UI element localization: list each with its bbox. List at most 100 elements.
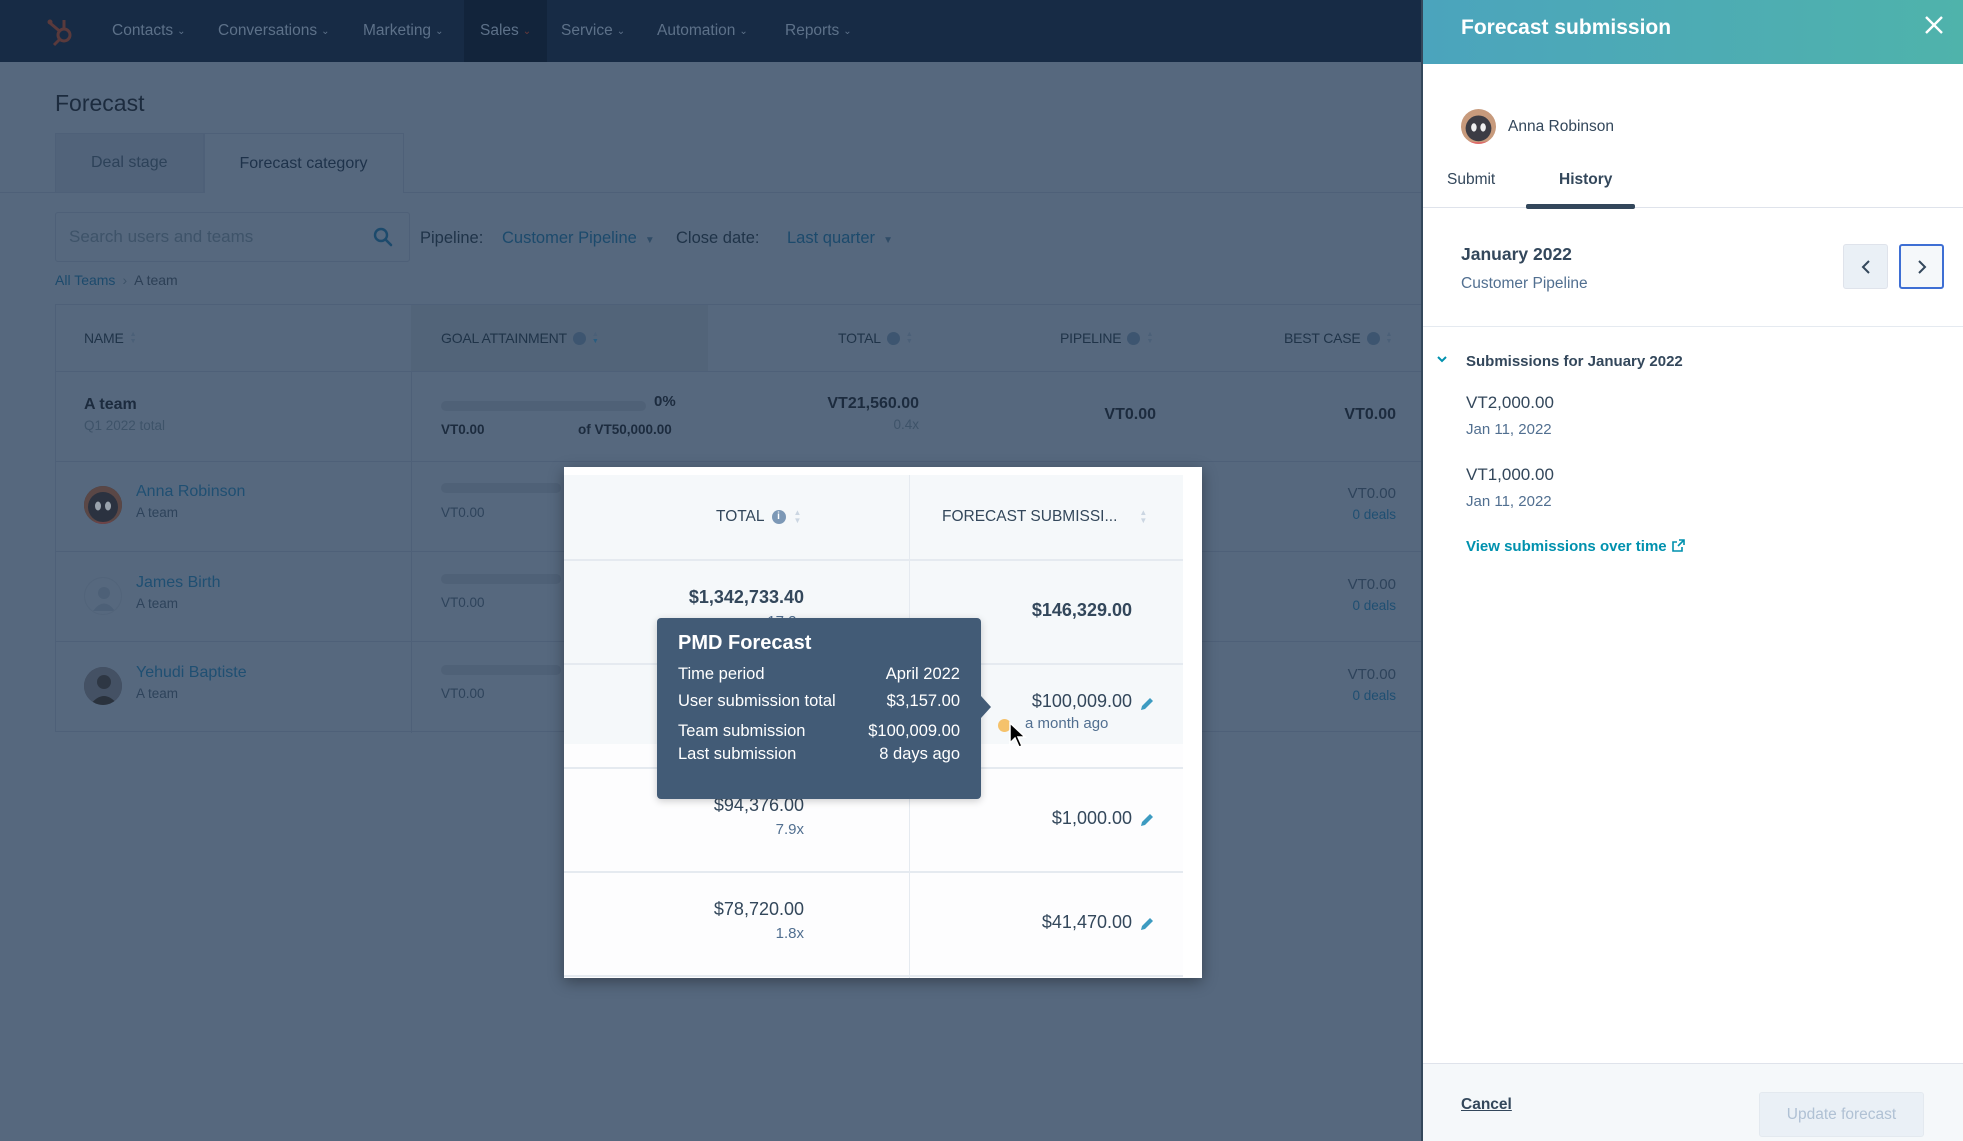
column-divider — [411, 371, 412, 733]
panel-header: Forecast submission — [1423, 0, 1963, 64]
best-case-value: VT0.00 — [1347, 576, 1396, 593]
column-header-goal-attainment[interactable]: GOAL ATTAINMENT ▲ ▼ — [441, 305, 599, 371]
pencil-edit-icon[interactable] — [1138, 695, 1156, 713]
nav-label: Conversations — [218, 22, 318, 39]
goal-progress-bar — [441, 665, 561, 675]
row-divider — [564, 559, 1183, 561]
submission-value: $1,000.00 — [1051, 808, 1132, 828]
row-divider — [56, 461, 1422, 462]
hubspot-logo-icon[interactable] — [44, 14, 78, 48]
column-header-forecast-submission[interactable]: FORECAST SUBMISSI... ▲ ▼ — [942, 475, 1147, 559]
column-header-total[interactable]: TOTAL ▲ ▼ — [838, 305, 913, 371]
nav-conversations[interactable]: Conversations ⌄ — [218, 0, 329, 62]
close-date-label: Close date: — [676, 229, 760, 247]
tooltip-value: $100,009.00 — [868, 722, 960, 740]
team-name: A team — [84, 396, 137, 413]
tooltip-row: Time period April 2022 — [678, 665, 960, 684]
top-navigation: Contacts ⌄ Conversations ⌄ Marketing ⌄ Sale… — [0, 0, 1421, 62]
tooltip-label: Last submission — [678, 745, 797, 763]
user-name-link[interactable]: Yehudi Baptiste — [136, 664, 247, 682]
best-case-deals-link[interactable]: 0 deals — [1256, 688, 1396, 703]
total-multiplier: 1.8x — [775, 925, 804, 942]
row-divider — [564, 975, 1183, 977]
best-case-deals-link[interactable]: 0 deals — [1256, 598, 1396, 613]
nav-contacts[interactable]: Contacts ⌄ — [112, 0, 186, 62]
close-date-dropdown[interactable]: Last quarter ▼ — [787, 229, 893, 248]
column-header-best-case[interactable]: BEST CASE ▲ ▼ — [1284, 305, 1392, 371]
tooltip-title: PMD Forecast — [678, 632, 812, 654]
total-value: $1,342,733.40 — [688, 587, 804, 607]
history-period: January 2022 — [1461, 244, 1572, 264]
tooltip-value: April 2022 — [885, 665, 960, 683]
best-case-deals-link[interactable]: 0 deals — [1256, 507, 1396, 522]
cat-avatar-icon — [84, 486, 122, 524]
user-team: A team — [136, 596, 179, 611]
chevron-down-icon: ⌄ — [843, 25, 852, 37]
tab-forecast-category[interactable]: Forecast category — [203, 133, 404, 193]
info-icon[interactable] — [886, 331, 900, 345]
nav-label: Service — [561, 22, 613, 39]
next-period-button[interactable] — [1899, 244, 1944, 289]
tab-history[interactable]: History — [1559, 171, 1612, 189]
nav-service[interactable]: Service ⌄ — [561, 0, 625, 62]
tabs-divider — [1423, 207, 1963, 208]
submission-time-ago: a month ago — [1025, 715, 1109, 732]
user-name-link[interactable]: James Birth — [136, 574, 220, 592]
info-icon[interactable] — [1127, 331, 1141, 345]
avatar — [84, 667, 122, 705]
tab-deal-stage[interactable]: Deal stage — [55, 133, 204, 193]
avatar — [84, 486, 122, 524]
tooltip-row: User submission total $3,157.00 — [678, 692, 960, 711]
nav-label: Contacts — [112, 22, 174, 39]
team-subtitle: Q1 2022 total — [84, 418, 166, 433]
submissions-section-toggle[interactable]: Submissions for January 2022 — [1466, 353, 1683, 370]
team-pipeline: VT0.00 — [1104, 406, 1156, 423]
column-label: PIPELINE — [1060, 330, 1122, 346]
search-input[interactable]: Search users and teams — [55, 212, 410, 262]
pencil-edit-icon[interactable] — [1138, 915, 1156, 933]
pencil-edit-icon[interactable] — [1138, 811, 1156, 829]
close-icon[interactable] — [1923, 14, 1945, 36]
nav-automation[interactable]: Automation ⌄ — [657, 0, 748, 62]
caret-down-icon: ▼ — [883, 235, 893, 246]
nav-reports[interactable]: Reports ⌄ — [785, 0, 852, 62]
tooltip-label: Team submission — [678, 722, 806, 740]
user-name-link[interactable]: Anna Robinson — [136, 483, 245, 501]
column-label: FORECAST SUBMISSI... — [942, 508, 1118, 525]
column-header-total[interactable]: TOTAL i ▲ ▼ — [716, 475, 801, 559]
update-forecast-button[interactable]: Update forecast — [1759, 1092, 1924, 1137]
nav-sales[interactable]: Sales ⌄ — [464, 0, 548, 62]
best-case-value: VT0.00 — [1347, 485, 1396, 502]
breadcrumb: All Teams › A team — [55, 272, 178, 288]
panel-title: Forecast submission — [1461, 16, 1672, 39]
submission-date: Jan 11, 2022 — [1466, 493, 1552, 510]
tooltip-arrow — [981, 696, 991, 718]
chevron-left-icon — [1861, 259, 1870, 274]
chevron-down-icon: ⌄ — [616, 25, 626, 37]
avatar — [84, 577, 122, 615]
sort-icon: ▲ ▼ — [1385, 331, 1393, 345]
chevron-down-icon: ⌄ — [321, 25, 330, 37]
column-label: TOTAL — [838, 330, 881, 346]
nav-label: Sales — [480, 22, 519, 39]
chevron-down-icon[interactable] — [1435, 354, 1449, 364]
cancel-button[interactable]: Cancel — [1461, 1096, 1512, 1114]
tab-submit[interactable]: Submit — [1447, 171, 1495, 189]
info-icon[interactable]: i — [771, 510, 786, 524]
nav-marketing[interactable]: Marketing ⌄ — [363, 0, 443, 62]
view-submissions-link[interactable]: View submissions over time — [1466, 538, 1685, 555]
info-icon[interactable] — [572, 331, 586, 345]
total-multiplier: 7.9x — [775, 821, 804, 838]
column-header-name[interactable]: NAME ▲ ▼ — [84, 305, 137, 371]
column-header-pipeline[interactable]: PIPELINE ▲ ▼ — [1060, 305, 1153, 371]
search-icon[interactable] — [373, 227, 393, 247]
tooltip-label: User submission total — [678, 692, 836, 710]
chevron-down-icon: ⌄ — [435, 25, 444, 37]
breadcrumb-all-teams[interactable]: All Teams — [55, 272, 115, 288]
tooltip-row: Team submission $100,009.00 — [678, 722, 960, 741]
panel-user-name: Anna Robinson — [1508, 118, 1614, 135]
previous-period-button[interactable] — [1843, 244, 1888, 289]
pipeline-dropdown[interactable]: Customer Pipeline ▼ — [502, 229, 655, 248]
tooltip-value: 8 days ago — [879, 745, 960, 763]
info-icon[interactable] — [1366, 331, 1380, 345]
